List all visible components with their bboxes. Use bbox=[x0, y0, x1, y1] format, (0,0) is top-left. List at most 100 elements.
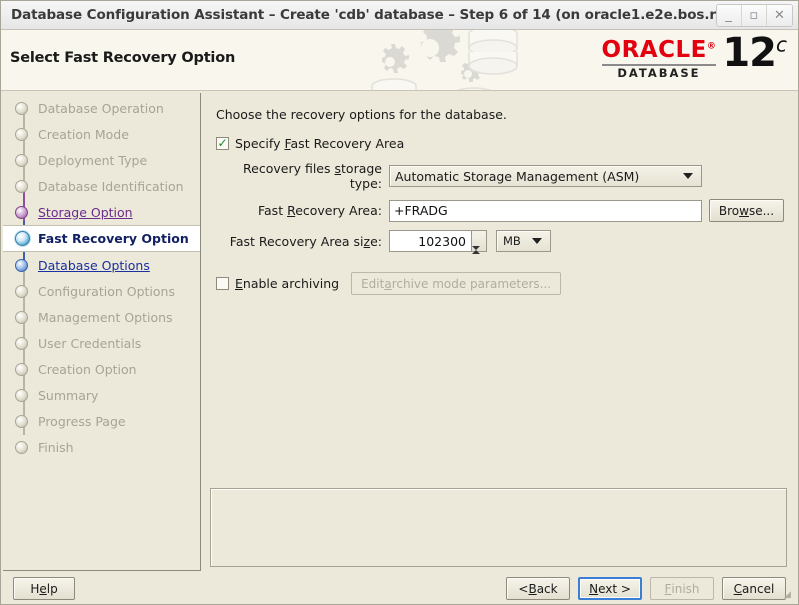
storage-type-value: Automatic Storage Management (ASM) bbox=[395, 168, 640, 184]
fra-path-input[interactable]: +FRADG bbox=[389, 199, 702, 222]
oracle-brand-block: ORACLE® DATABASE bbox=[601, 39, 717, 80]
label-part-a: H bbox=[30, 581, 40, 596]
sidebar-item-fast-recovery-option[interactable]: Fast Recovery Option bbox=[3, 225, 200, 252]
sidebar-item-label: Database Identification bbox=[38, 178, 184, 194]
oracle-version: 12c bbox=[722, 32, 787, 73]
mnemonic-char: R bbox=[287, 203, 296, 218]
fra-size-value[interactable]: 102300 bbox=[389, 230, 472, 252]
cancel-button[interactable]: Cancel bbox=[722, 577, 786, 600]
help-button[interactable]: He lp bbox=[13, 577, 75, 600]
storage-type-row: Recovery files storage type: Automatic S… bbox=[214, 161, 784, 191]
gears-database-art bbox=[371, 30, 518, 90]
sidebar-item-label: User Credentials bbox=[38, 335, 142, 351]
label-part-b: se... bbox=[748, 203, 775, 218]
enable-archiving-row: Enable archiving Edit a rchive mode param… bbox=[216, 272, 784, 295]
enable-archiving-checkbox[interactable] bbox=[216, 277, 229, 290]
oracle-brand-text: ORACLE bbox=[601, 37, 707, 63]
sidebar-item-finish[interactable]: Finish bbox=[3, 434, 200, 460]
step-bullet-icon bbox=[15, 179, 28, 193]
sidebar-item-label: Management Options bbox=[38, 309, 173, 325]
close-button[interactable]: ✕ bbox=[766, 4, 792, 26]
sidebar-item-database-options[interactable]: Database Options bbox=[3, 252, 200, 278]
chevron-down-icon bbox=[683, 173, 693, 179]
mnemonic-char: a bbox=[384, 276, 392, 291]
version-suffix: c bbox=[776, 32, 787, 57]
finish-button: Finish bbox=[650, 577, 714, 600]
label-part-b: rchive mode parameters... bbox=[391, 276, 552, 291]
mnemonic-char: w bbox=[739, 203, 749, 218]
sidebar-item-deployment-type[interactable]: Deployment Type bbox=[3, 147, 200, 173]
label-part-b: ancel bbox=[742, 581, 775, 596]
mnemonic-char: C bbox=[733, 581, 743, 596]
sidebar-item-label: Finish bbox=[38, 439, 74, 455]
button-bar: He lp < Back Next > Finish Cancel ◢ bbox=[1, 572, 798, 604]
minimize-button[interactable]: _ bbox=[716, 4, 742, 26]
step-navigation-sidebar: Database Operation Creation Mode Deploym… bbox=[3, 93, 201, 571]
step-bullet-icon bbox=[15, 362, 28, 376]
window-controls: _ ▫ ✕ bbox=[715, 3, 793, 27]
sidebar-item-creation-mode[interactable]: Creation Mode bbox=[3, 121, 200, 147]
maximize-button[interactable]: ▫ bbox=[741, 4, 767, 26]
enable-archiving-label: Enable archiving bbox=[235, 276, 339, 291]
label-part-b: nable archiving bbox=[242, 276, 340, 291]
label-part-b: torage type: bbox=[341, 161, 382, 191]
back-button[interactable]: < Back bbox=[506, 577, 570, 600]
browse-button[interactable]: Bro w se... bbox=[708, 199, 784, 222]
step-bullet-icon bbox=[15, 284, 28, 298]
message-panel bbox=[210, 488, 787, 567]
stepper-down-icon[interactable] bbox=[472, 246, 480, 269]
stepper-buttons[interactable] bbox=[472, 230, 487, 269]
fra-path-row: Fast Recovery Area: +FRADG Bro w se... bbox=[214, 199, 784, 222]
sidebar-item-storage-option[interactable]: Storage Option bbox=[3, 199, 200, 225]
window-title: Database Configuration Assistant – Creat… bbox=[11, 7, 716, 23]
label-part-b: ext > bbox=[598, 581, 631, 596]
sidebar-item-summary[interactable]: Summary bbox=[3, 382, 200, 408]
checkmark-icon: ✓ bbox=[217, 136, 228, 150]
oracle-logo: ORACLE® DATABASE 12c bbox=[601, 32, 787, 88]
sidebar-item-label: Creation Mode bbox=[38, 126, 129, 142]
step-bullet-icon bbox=[15, 127, 28, 141]
version-number: 12 bbox=[722, 30, 777, 76]
label-part-b: lp bbox=[46, 581, 58, 596]
label-part-a: Bro bbox=[718, 203, 740, 218]
fra-size-unit-value: MB bbox=[503, 234, 521, 248]
storage-type-dropdown[interactable]: Automatic Storage Management (ASM) bbox=[389, 165, 702, 187]
page-header: Select Fast Recovery Option ORACLE® DATA… bbox=[1, 30, 798, 91]
mnemonic-char: N bbox=[589, 581, 599, 596]
sidebar-item-label: Database Operation bbox=[38, 100, 164, 116]
step-bullet-icon bbox=[15, 231, 30, 246]
resize-grip-icon[interactable]: ◢ bbox=[784, 591, 796, 603]
storage-type-label: Recovery files storage type: bbox=[214, 161, 389, 191]
step-bullet-icon bbox=[15, 101, 28, 115]
specify-fra-checkbox[interactable]: ✓ bbox=[216, 137, 229, 150]
sidebar-item-database-identification[interactable]: Database Identification bbox=[3, 173, 200, 199]
step-bullet-icon bbox=[15, 336, 28, 350]
fra-size-unit-dropdown[interactable]: MB bbox=[496, 230, 551, 252]
intro-text: Choose the recovery options for the data… bbox=[216, 107, 507, 122]
fra-path-value: +FRADG bbox=[394, 203, 448, 218]
sidebar-item-label: Storage Option bbox=[38, 204, 133, 220]
label-part-b: e: bbox=[370, 233, 382, 249]
next-button[interactable]: Next > bbox=[578, 577, 642, 600]
fra-size-row: Fast Recovery Area size: 102300 MB bbox=[214, 230, 784, 269]
sidebar-item-creation-option[interactable]: Creation Option bbox=[3, 356, 200, 382]
label-part-a: Edit bbox=[361, 276, 385, 291]
sidebar-item-database-operation[interactable]: Database Operation bbox=[3, 95, 200, 121]
fra-path-label: Fast Recovery Area: bbox=[214, 203, 389, 218]
label-part-a: Recovery files bbox=[243, 161, 335, 176]
oracle-wordmark: ORACLE® bbox=[602, 39, 717, 62]
dbca-window: Database Configuration Assistant – Creat… bbox=[0, 0, 799, 605]
step-bullet-icon bbox=[15, 153, 28, 167]
fra-size-stepper[interactable]: 102300 bbox=[389, 230, 487, 269]
sidebar-item-label: Creation Option bbox=[38, 361, 137, 377]
sidebar-item-progress-page[interactable]: Progress Page bbox=[3, 408, 200, 434]
title-bar: Database Configuration Assistant – Creat… bbox=[1, 1, 798, 30]
sidebar-item-management-options[interactable]: Management Options bbox=[3, 304, 200, 330]
sidebar-item-configuration-options[interactable]: Configuration Options bbox=[3, 278, 200, 304]
step-bullet-icon bbox=[15, 414, 28, 428]
sidebar-item-user-credentials[interactable]: User Credentials bbox=[3, 330, 200, 356]
fra-size-label: Fast Recovery Area size: bbox=[214, 234, 389, 249]
mnemonic-char: B bbox=[528, 581, 537, 596]
label-part-a: Fast Recovery Area si bbox=[229, 233, 364, 249]
step-bullet-icon bbox=[15, 205, 28, 219]
